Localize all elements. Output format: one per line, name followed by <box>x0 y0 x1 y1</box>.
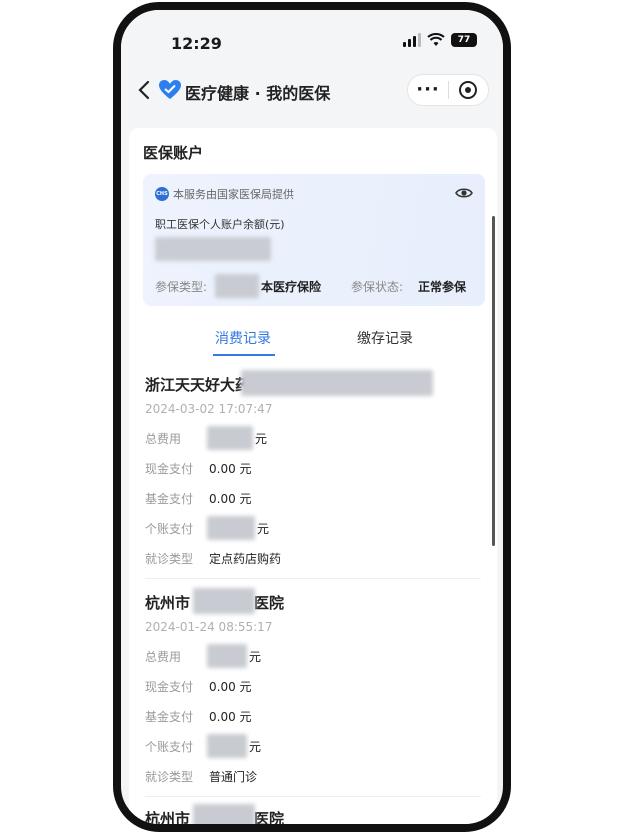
personal-pay-redacted <box>207 734 247 758</box>
cash-pay-label: 现金支付 <box>145 680 194 694</box>
total-fee-row: 总费用 元 <box>145 426 445 450</box>
active-tab-indicator <box>213 354 275 356</box>
status-label: 参保状态: <box>351 280 404 294</box>
personal-pay-row: 个账支付 元 <box>145 734 445 758</box>
tab-payment-records[interactable]: 缴存记录 <box>357 328 413 348</box>
record-divider <box>145 578 481 579</box>
record-title-redacted <box>193 588 255 614</box>
record-tabs: 消费记录 缴存记录 <box>129 328 497 362</box>
tab-consumption-records[interactable]: 消费记录 <box>215 328 271 348</box>
personal-pay-redacted <box>207 516 255 540</box>
provider-text: 本服务由国家医保局提供 <box>173 188 294 201</box>
cash-pay-row: 现金支付 0.00 元 <box>145 460 445 476</box>
fund-pay-row: 基金支付 0.00 元 <box>145 490 445 506</box>
visit-type-value: 定点药店购药 <box>209 552 282 566</box>
scrollbar[interactable] <box>492 216 495 546</box>
total-fee-label: 总费用 <box>145 432 182 446</box>
record-title-prefix: 杭州市 <box>145 594 191 612</box>
visit-type-row: 就诊类型 普通门诊 <box>145 768 445 784</box>
visit-type-row: 就诊类型 定点药店购药 <box>145 550 445 566</box>
nav-title: 医疗健康 · 我的医保 <box>185 84 331 103</box>
visit-type-label: 就诊类型 <box>145 770 194 784</box>
total-fee-row: 总费用 元 <box>145 644 445 668</box>
insurance-type-value: 本医疗保险 <box>261 280 322 294</box>
nav-bar: 医疗健康 · 我的医保 ··· <box>121 66 503 114</box>
account-card: CHS 本服务由国家医保局提供 职工医保个人账户余额(元) 参保类型: 本医疗保… <box>143 174 485 306</box>
fund-pay-label: 基金支付 <box>145 492 194 506</box>
fund-pay-value: 0.00 元 <box>209 710 252 724</box>
record-title-suffix: 医院 <box>254 594 285 612</box>
section-title: 医保账户 <box>143 144 204 162</box>
main-content: 医保账户 CHS 本服务由国家医保局提供 职工医保个人账户余额(元) 参保类型:… <box>129 128 497 828</box>
phone-frame: 12:29 77 医疗健康 · 我的医保 ··· 医保账户 CHS 本服务由国家… <box>113 2 511 832</box>
wifi-icon <box>427 33 445 46</box>
record-title-prefix: 杭州市 <box>145 810 191 828</box>
record-time: 2024-01-24 08:55:17 <box>145 620 273 634</box>
more-options-icon[interactable]: ··· <box>408 75 448 105</box>
visit-type-value: 普通门诊 <box>209 770 258 784</box>
mini-program-capsule: ··· <box>407 74 489 106</box>
cash-pay-row: 现金支付 0.00 元 <box>145 678 445 694</box>
record-time: 2024-03-02 17:07:47 <box>145 402 273 416</box>
status-time: 12:29 <box>171 34 222 53</box>
balance-label: 职工医保个人账户余额(元) <box>155 218 285 231</box>
insurance-type-redacted <box>215 274 259 298</box>
total-fee-redacted <box>207 644 247 668</box>
cash-pay-value: 0.00 元 <box>209 680 252 694</box>
record-title-suffix: 医院 <box>254 810 285 828</box>
record-title-redacted <box>241 370 433 396</box>
insurance-type-label: 参保类型: <box>155 280 208 294</box>
fund-pay-value: 0.00 元 <box>209 492 252 506</box>
status-icons: 77 <box>403 33 477 47</box>
total-fee-redacted <box>207 426 253 450</box>
close-mini-program-button[interactable] <box>449 81 488 99</box>
back-arrow-icon[interactable] <box>135 78 153 102</box>
target-icon <box>459 81 478 99</box>
cash-pay-label: 现金支付 <box>145 462 194 476</box>
battery-icon: 77 <box>451 33 477 47</box>
record-divider <box>145 796 481 797</box>
personal-pay-row: 个账支付 元 <box>145 516 445 540</box>
signal-icon <box>403 33 421 47</box>
record-title-redacted <box>193 804 255 824</box>
visit-type-label: 就诊类型 <box>145 552 194 566</box>
personal-pay-unit: 元 <box>257 522 270 536</box>
record-title: 浙江天天好大药 <box>145 376 251 394</box>
fund-pay-label: 基金支付 <box>145 710 194 724</box>
cash-pay-value: 0.00 元 <box>209 462 252 476</box>
heart-logo-icon <box>159 80 181 99</box>
eye-icon[interactable] <box>455 184 473 202</box>
status-bar: 12:29 77 <box>121 10 503 66</box>
total-fee-unit: 元 <box>255 432 268 446</box>
personal-pay-label: 个账支付 <box>145 740 194 754</box>
fund-pay-row: 基金支付 0.00 元 <box>145 708 445 724</box>
nhsa-logo-icon: CHS <box>155 187 169 201</box>
total-fee-label: 总费用 <box>145 650 182 664</box>
provider-row: CHS 本服务由国家医保局提供 <box>155 186 294 202</box>
status-value: 正常参保 <box>418 280 467 294</box>
personal-pay-unit: 元 <box>249 740 262 754</box>
insurance-info-row: 参保类型: 本医疗保险 参保状态: 正常参保 <box>155 274 475 298</box>
total-fee-unit: 元 <box>249 650 262 664</box>
personal-pay-label: 个账支付 <box>145 522 194 536</box>
balance-value-redacted <box>155 237 271 261</box>
